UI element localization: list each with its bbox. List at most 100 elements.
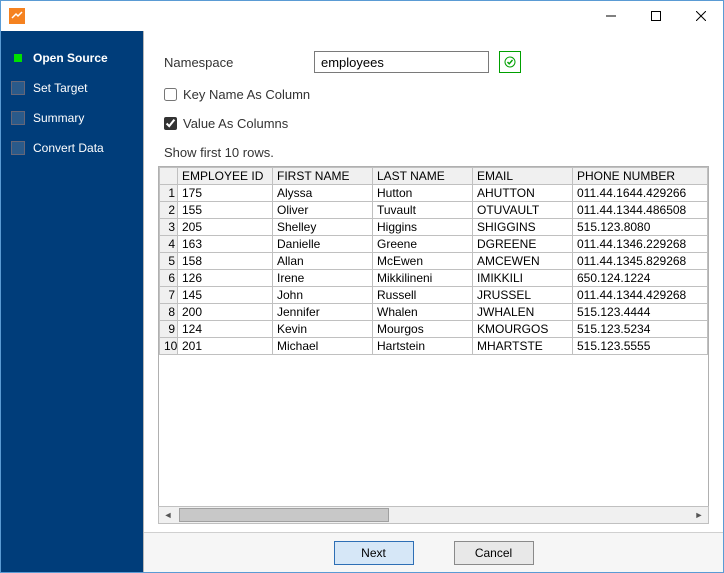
table-row[interactable]: 2155OliverTuvaultOTUVAULT011.44.1344.486… — [160, 202, 708, 219]
table-cell[interactable]: Jennifer — [273, 304, 373, 321]
table-row[interactable]: 9124KevinMourgosKMOURGOS515.123.5234 — [160, 321, 708, 338]
row-number: 9 — [160, 321, 178, 338]
table-cell[interactable]: 126 — [178, 270, 273, 287]
table-row[interactable]: 10201MichaelHartsteinMHARTSTE515.123.555… — [160, 338, 708, 355]
table-cell[interactable]: Mikkilineni — [373, 270, 473, 287]
table-cell[interactable]: Allan — [273, 253, 373, 270]
row-number: 5 — [160, 253, 178, 270]
table-cell[interactable]: Hutton — [373, 185, 473, 202]
table-cell[interactable]: IMIKKILI — [473, 270, 573, 287]
table-cell[interactable]: 145 — [178, 287, 273, 304]
table-cell[interactable]: 205 — [178, 219, 273, 236]
table-cell[interactable]: Greene — [373, 236, 473, 253]
table-cell[interactable]: MHARTSTE — [473, 338, 573, 355]
column-header[interactable]: EMPLOYEE ID — [178, 168, 273, 185]
table-row[interactable]: 8200JenniferWhalenJWHALEN515.123.4444 — [160, 304, 708, 321]
table-cell[interactable]: Shelley — [273, 219, 373, 236]
table-cell[interactable]: 515.123.8080 — [573, 219, 708, 236]
scroll-right-icon[interactable]: ► — [690, 507, 708, 523]
close-button[interactable] — [678, 1, 723, 31]
step-marker-icon — [11, 51, 25, 65]
table-cell[interactable]: JWHALEN — [473, 304, 573, 321]
table-row[interactable]: 6126IreneMikkilineniIMIKKILI650.124.1224 — [160, 270, 708, 287]
table-cell[interactable]: 200 — [178, 304, 273, 321]
step-marker-icon — [11, 111, 25, 125]
step-marker-icon — [11, 141, 25, 155]
table-cell[interactable]: KMOURGOS — [473, 321, 573, 338]
table-cell[interactable]: Mourgos — [373, 321, 473, 338]
row-number: 10 — [160, 338, 178, 355]
table-cell[interactable]: Higgins — [373, 219, 473, 236]
step-label: Convert Data — [33, 141, 104, 155]
table-cell[interactable]: 515.123.4444 — [573, 304, 708, 321]
row-number: 4 — [160, 236, 178, 253]
table-cell[interactable]: 011.44.1644.429266 — [573, 185, 708, 202]
table-cell[interactable]: Oliver — [273, 202, 373, 219]
next-button[interactable]: Next — [334, 541, 414, 565]
table-cell[interactable]: DGREENE — [473, 236, 573, 253]
table-cell[interactable]: JRUSSEL — [473, 287, 573, 304]
table-row[interactable]: 5158AllanMcEwenAMCEWEN011.44.1345.829268 — [160, 253, 708, 270]
table-cell[interactable]: OTUVAULT — [473, 202, 573, 219]
maximize-button[interactable] — [633, 1, 678, 31]
table-cell[interactable]: Irene — [273, 270, 373, 287]
table-cell[interactable]: AMCEWEN — [473, 253, 573, 270]
table-cell[interactable]: Whalen — [373, 304, 473, 321]
column-header[interactable]: EMAIL — [473, 168, 573, 185]
namespace-confirm-button[interactable] — [499, 51, 521, 73]
step-label: Set Target — [33, 81, 87, 95]
app-window: Open Source Set Target Summary Convert D… — [0, 0, 724, 573]
table-header-row: EMPLOYEE ID FIRST NAME LAST NAME EMAIL P… — [160, 168, 708, 185]
table-row[interactable]: 3205ShelleyHigginsSHIGGINS515.123.8080 — [160, 219, 708, 236]
table-cell[interactable]: 011.44.1344.486508 — [573, 202, 708, 219]
table-cell[interactable]: Tuvault — [373, 202, 473, 219]
namespace-input[interactable] — [314, 51, 489, 73]
step-convert-data[interactable]: Convert Data — [1, 135, 143, 161]
key-name-as-column-checkbox[interactable]: Key Name As Column — [164, 87, 310, 102]
checkbox-label: Value As Columns — [183, 116, 288, 131]
table-row[interactable]: 4163DanielleGreeneDGREENE011.44.1346.229… — [160, 236, 708, 253]
table-cell[interactable]: 158 — [178, 253, 273, 270]
table-cell[interactable]: 163 — [178, 236, 273, 253]
horizontal-scrollbar[interactable]: ◄ ► — [158, 506, 709, 524]
table-cell[interactable]: SHIGGINS — [473, 219, 573, 236]
table-cell[interactable]: 011.44.1346.229268 — [573, 236, 708, 253]
table-cell[interactable]: 175 — [178, 185, 273, 202]
table-cell[interactable]: 515.123.5234 — [573, 321, 708, 338]
column-header[interactable]: FIRST NAME — [273, 168, 373, 185]
cancel-button[interactable]: Cancel — [454, 541, 534, 565]
step-marker-icon — [11, 81, 25, 95]
table-cell[interactable]: Kevin — [273, 321, 373, 338]
column-header[interactable]: LAST NAME — [373, 168, 473, 185]
scrollbar-thumb[interactable] — [179, 508, 389, 522]
step-set-target[interactable]: Set Target — [1, 75, 143, 101]
table-cell[interactable]: 515.123.5555 — [573, 338, 708, 355]
table-cell[interactable]: 124 — [178, 321, 273, 338]
maximize-icon — [651, 11, 661, 21]
step-open-source[interactable]: Open Source — [1, 45, 143, 71]
minimize-button[interactable] — [588, 1, 633, 31]
table-cell[interactable]: John — [273, 287, 373, 304]
wizard-sidebar: Open Source Set Target Summary Convert D… — [1, 31, 143, 572]
table-cell[interactable]: 155 — [178, 202, 273, 219]
table-cell[interactable]: 011.44.1345.829268 — [573, 253, 708, 270]
scroll-left-icon[interactable]: ◄ — [159, 507, 177, 523]
step-summary[interactable]: Summary — [1, 105, 143, 131]
column-header[interactable]: PHONE NUMBER — [573, 168, 708, 185]
row-number: 1 — [160, 185, 178, 202]
table-cell[interactable]: Danielle — [273, 236, 373, 253]
table-cell[interactable]: AHUTTON — [473, 185, 573, 202]
row-number: 7 — [160, 287, 178, 304]
table-cell[interactable]: Michael — [273, 338, 373, 355]
table-cell[interactable]: Hartstein — [373, 338, 473, 355]
value-as-columns-checkbox[interactable]: Value As Columns — [164, 116, 288, 131]
table-cell[interactable]: Russell — [373, 287, 473, 304]
table-row[interactable]: 7145JohnRussellJRUSSEL011.44.1344.429268 — [160, 287, 708, 304]
step-label: Summary — [33, 111, 84, 125]
table-cell[interactable]: 011.44.1344.429268 — [573, 287, 708, 304]
table-cell[interactable]: 201 — [178, 338, 273, 355]
table-cell[interactable]: 650.124.1224 — [573, 270, 708, 287]
table-row[interactable]: 1175AlyssaHuttonAHUTTON011.44.1644.42926… — [160, 185, 708, 202]
table-cell[interactable]: McEwen — [373, 253, 473, 270]
table-cell[interactable]: Alyssa — [273, 185, 373, 202]
